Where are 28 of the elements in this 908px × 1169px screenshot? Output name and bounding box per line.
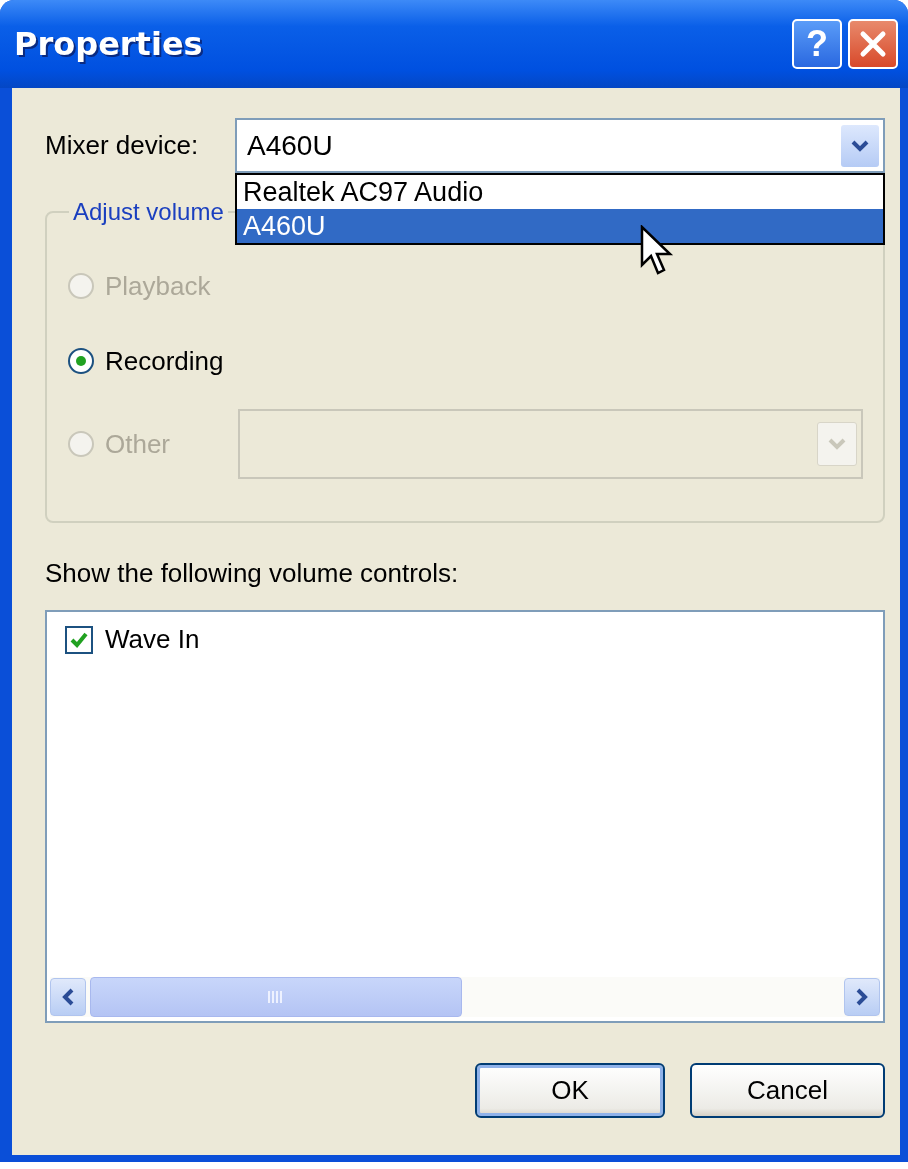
scroll-right-button[interactable] bbox=[844, 978, 880, 1016]
dropdown-option[interactable]: Realtek AC97 Audio bbox=[237, 175, 883, 209]
radio-circle-icon bbox=[67, 272, 95, 300]
chevron-down-icon bbox=[828, 437, 846, 451]
cancel-button[interactable]: Cancel bbox=[690, 1063, 885, 1118]
scroll-left-button[interactable] bbox=[50, 978, 86, 1016]
close-button[interactable] bbox=[848, 19, 898, 69]
radio-button[interactable]: Recording bbox=[67, 345, 224, 377]
ok-button[interactable]: OK bbox=[475, 1063, 665, 1118]
radio-circle-icon bbox=[67, 430, 95, 458]
radio-circle-icon bbox=[67, 347, 95, 375]
scroll-thumb[interactable] bbox=[90, 977, 462, 1017]
horizontal-scrollbar[interactable] bbox=[50, 977, 880, 1017]
window-title: Properties bbox=[14, 25, 204, 63]
grip-icon bbox=[267, 990, 285, 1004]
chevron-down-icon bbox=[851, 138, 869, 153]
dropdown-option[interactable]: A460U bbox=[237, 209, 883, 243]
checkbox[interactable]: Wave In bbox=[65, 624, 200, 655]
volume-controls-label: Show the following volume controls: bbox=[45, 558, 460, 588]
checkbox-icon bbox=[65, 625, 93, 654]
chevron-left-icon bbox=[61, 988, 75, 1006]
mixer-device-label: Mixer device: bbox=[45, 130, 199, 161]
dropdown-arrow-button[interactable] bbox=[841, 124, 879, 167]
close-icon bbox=[858, 29, 888, 59]
group-title: Adjust volume bbox=[72, 198, 225, 226]
dropdown-value: A460U bbox=[247, 129, 334, 162]
mixer-device-dropdown[interactable]: A460U bbox=[235, 118, 885, 173]
chevron-right-icon bbox=[855, 988, 869, 1006]
